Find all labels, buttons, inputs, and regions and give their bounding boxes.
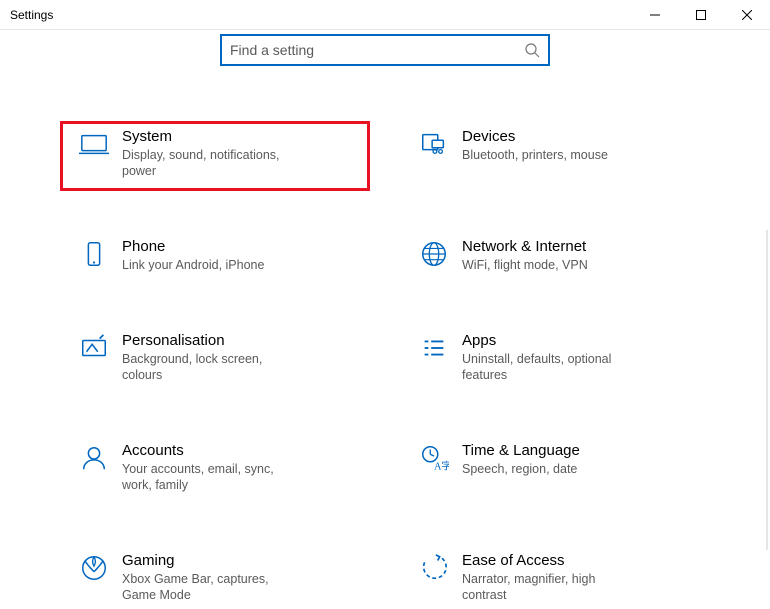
tile-title: Accounts: [122, 441, 297, 461]
minimize-button[interactable]: [632, 0, 678, 30]
tile-text: Apps Uninstall, defaults, optional featu…: [458, 331, 637, 383]
tile-text: Ease of Access Narrator, magnifier, high…: [458, 551, 637, 603]
personalisation-icon: [70, 331, 118, 363]
tile-text: Phone Link your Android, iPhone: [118, 237, 264, 273]
minimize-icon: [650, 10, 660, 20]
tile-desc: Bluetooth, printers, mouse: [462, 147, 608, 163]
content-area: System Display, sound, notifications, po…: [0, 30, 770, 609]
scrollbar[interactable]: [766, 230, 768, 550]
maximize-icon: [696, 10, 706, 20]
tile-title: System: [122, 127, 297, 147]
search-icon: [524, 42, 540, 58]
maximize-button[interactable]: [678, 0, 724, 30]
system-icon: [70, 127, 118, 159]
tile-title: Phone: [122, 237, 264, 257]
tile-text: Network & Internet WiFi, flight mode, VP…: [458, 237, 588, 273]
tile-desc: WiFi, flight mode, VPN: [462, 257, 588, 273]
tile-desc: Your accounts, email, sync, work, family: [122, 461, 297, 493]
tile-desc: Background, lock screen, colours: [122, 351, 297, 383]
tile-title: Network & Internet: [462, 237, 588, 257]
window-title: Settings: [0, 8, 53, 22]
tile-title: Time & Language: [462, 441, 580, 461]
tile-time-language[interactable]: A字 Time & Language Speech, region, date: [400, 435, 710, 505]
ease-of-access-icon: [410, 551, 458, 583]
tile-title: Ease of Access: [462, 551, 637, 571]
tile-personalisation[interactable]: Personalisation Background, lock screen,…: [60, 325, 370, 395]
tile-text: Devices Bluetooth, printers, mouse: [458, 127, 608, 163]
tile-gaming[interactable]: Gaming Xbox Game Bar, captures, Game Mod…: [60, 545, 370, 609]
tile-ease-of-access[interactable]: Ease of Access Narrator, magnifier, high…: [400, 545, 710, 609]
close-icon: [742, 10, 752, 20]
search-input[interactable]: [230, 42, 524, 58]
tile-network[interactable]: Network & Internet WiFi, flight mode, VP…: [400, 231, 710, 285]
tile-text: System Display, sound, notifications, po…: [118, 127, 297, 179]
tile-desc: Link your Android, iPhone: [122, 257, 264, 273]
titlebar: Settings: [0, 0, 770, 30]
tile-apps[interactable]: Apps Uninstall, defaults, optional featu…: [400, 325, 710, 395]
tile-title: Gaming: [122, 551, 297, 571]
tile-text: Gaming Xbox Game Bar, captures, Game Mod…: [118, 551, 297, 603]
time-language-icon: A字: [410, 441, 458, 473]
globe-icon: [410, 237, 458, 269]
tile-desc: Xbox Game Bar, captures, Game Mode: [122, 571, 297, 603]
tile-text: Personalisation Background, lock screen,…: [118, 331, 297, 383]
close-button[interactable]: [724, 0, 770, 30]
svg-text:A字: A字: [434, 459, 449, 472]
tile-text: Accounts Your accounts, email, sync, wor…: [118, 441, 297, 493]
apps-icon: [410, 331, 458, 363]
tile-accounts[interactable]: Accounts Your accounts, email, sync, wor…: [60, 435, 370, 505]
accounts-icon: [70, 441, 118, 473]
tile-title: Apps: [462, 331, 637, 351]
tile-desc: Narrator, magnifier, high contrast: [462, 571, 637, 603]
devices-icon: [410, 127, 458, 159]
tile-title: Devices: [462, 127, 608, 147]
tile-desc: Uninstall, defaults, optional features: [462, 351, 637, 383]
tile-desc: Display, sound, notifications, power: [122, 147, 297, 179]
search-box[interactable]: [220, 34, 550, 66]
search-wrap: [0, 30, 770, 66]
tile-phone[interactable]: Phone Link your Android, iPhone: [60, 231, 370, 285]
gaming-icon: [70, 551, 118, 583]
tile-system[interactable]: System Display, sound, notifications, po…: [60, 121, 370, 191]
tile-desc: Speech, region, date: [462, 461, 580, 477]
phone-icon: [70, 237, 118, 269]
tile-title: Personalisation: [122, 331, 297, 351]
tile-text: Time & Language Speech, region, date: [458, 441, 580, 477]
tile-devices[interactable]: Devices Bluetooth, printers, mouse: [400, 121, 710, 191]
settings-grid: System Display, sound, notifications, po…: [0, 66, 770, 609]
